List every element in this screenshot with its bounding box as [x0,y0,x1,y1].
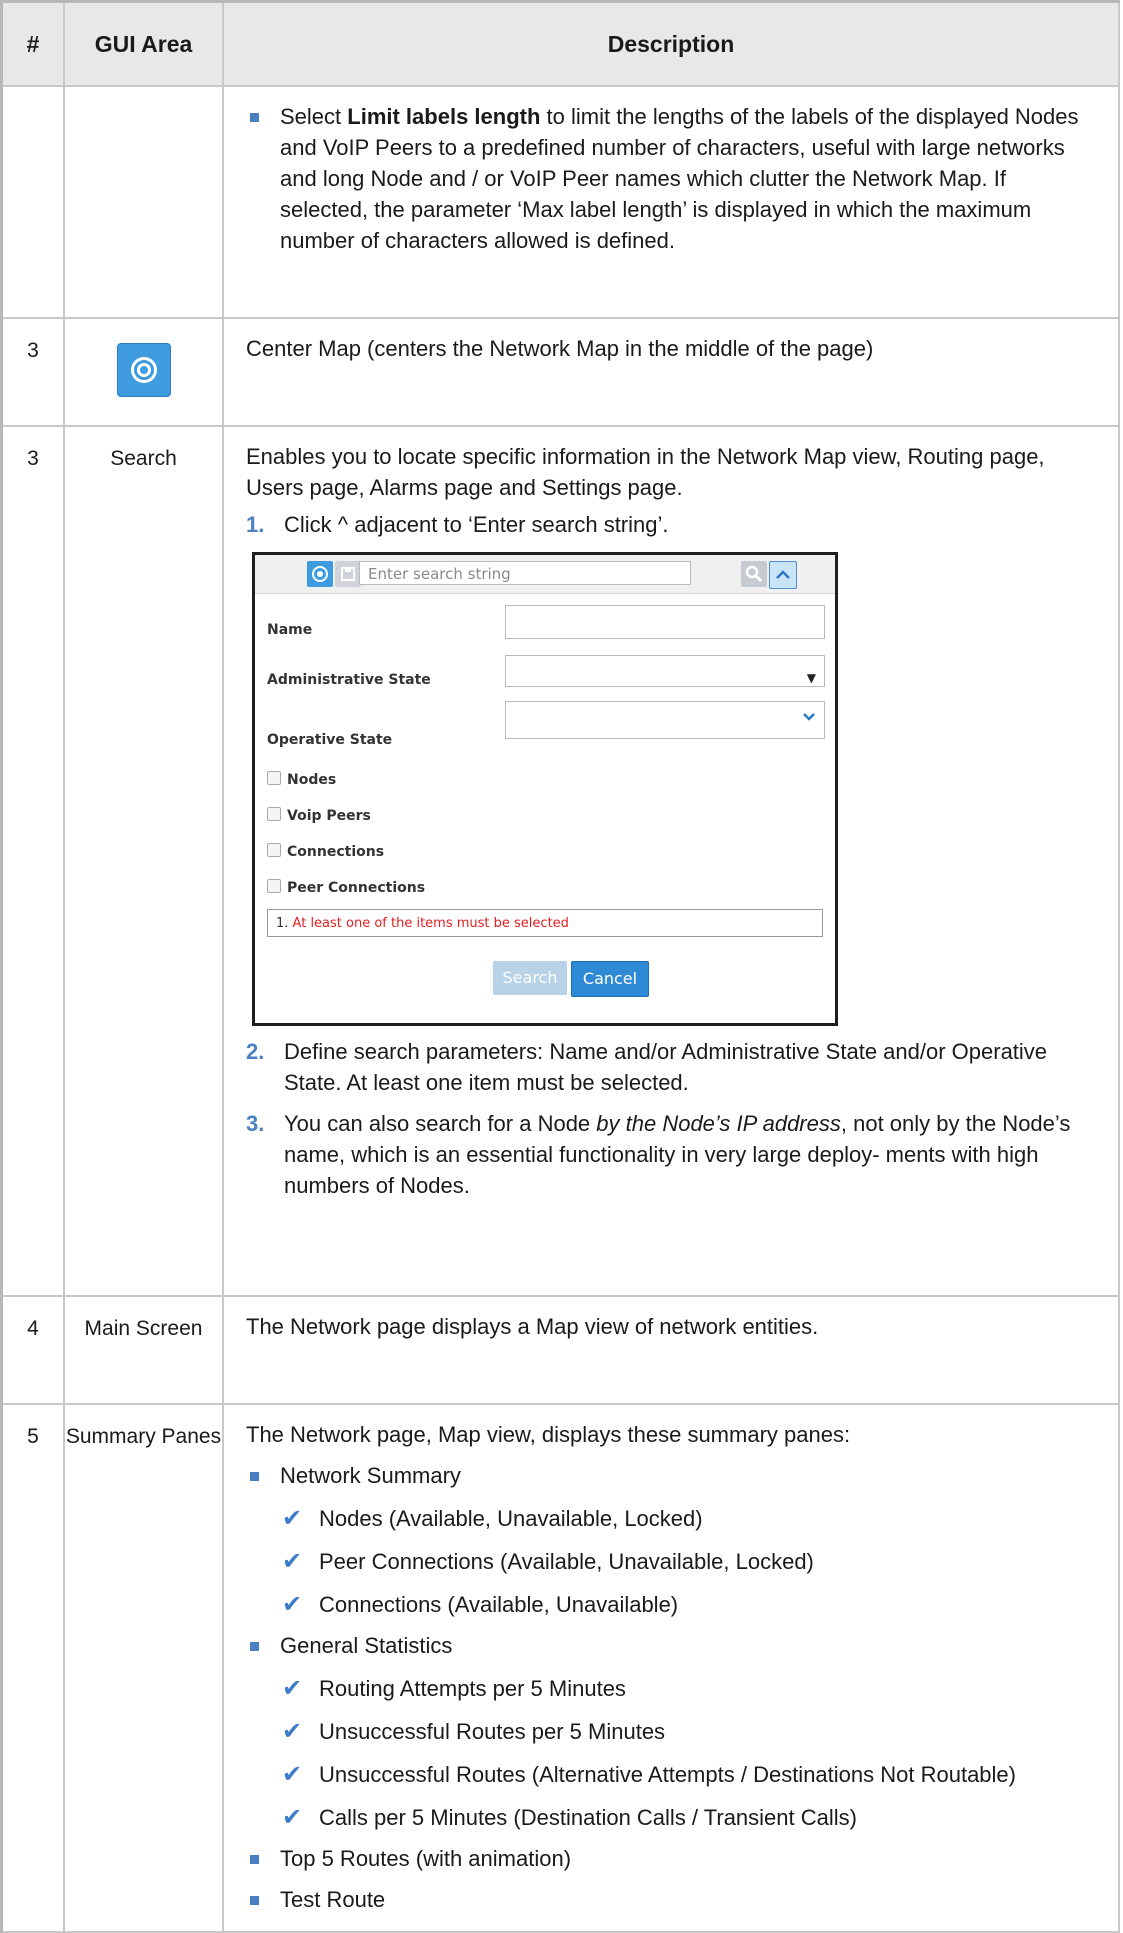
name-label: Name [267,622,313,638]
table-row: 3 Center Map (centers the Network Map in… [0,317,1120,427]
list-item: ✔ Unsuccessful Routes per 5 Minutes [282,1718,666,1745]
check-icon: ✔ [282,1548,303,1575]
table-row: Select Limit labels length to limit the … [0,85,1120,319]
list-item: ✔ Connections (Available, Unavailable) [282,1591,679,1618]
search-icon[interactable] [741,561,767,587]
chevron-up-icon[interactable] [769,561,797,589]
header-row: # GUI Area Description [0,0,1120,87]
validation-message: 1. At least one of the items must be sel… [267,909,823,937]
list-item: 3. You can also search for a Node by the … [246,1111,1071,1198]
voip-peers-checkbox[interactable]: Voip Peers [267,801,371,832]
check-icon: ✔ [282,1718,303,1745]
check-icon: ✔ [282,1591,303,1618]
connections-checkbox[interactable]: Connections [267,837,384,868]
header-area: GUI Area [63,0,224,87]
row-number: 3 [0,425,65,1297]
table-row: 3 Search Enables you to locate specific … [0,425,1120,1297]
row-area: Main Screen [63,1295,224,1405]
list-item: Network Summary [246,1460,1092,1491]
search-button[interactable]: Search [493,961,567,995]
gui-areas-table: # GUI Area Description Select Limit labe… [0,0,1120,1933]
list-item: ✔ Routing Attempts per 5 Minutes [282,1675,626,1702]
search-input[interactable]: Enter search string [359,561,691,585]
table-row: 4 Main Screen The Network page displays … [0,1295,1120,1405]
row-number: 5 [0,1403,65,1933]
row-area: Search [63,425,224,1297]
list-item: 2. Define search parameters: Name and/or … [246,1039,1048,1095]
row-number: 3 [0,317,65,427]
target-icon[interactable] [307,561,333,587]
check-icon: ✔ [282,1804,303,1831]
search-toolbar: Enter search string [255,555,835,594]
header-desc: Description [222,0,1120,87]
row-description: Center Map (centers the Network Map in t… [222,317,1120,427]
check-icon: ✔ [282,1505,303,1532]
list-item: ✔ Nodes (Available, Unavailable, Locked) [282,1505,703,1532]
table-row: 5 Summary Panes The Network page, Map vi… [0,1403,1120,1933]
header-num: # [0,0,65,87]
oper-state-label: Operative State [267,732,393,748]
row-description: The Network page displays a Map view of … [222,1295,1120,1405]
list-item: Select Limit labels length to limit the … [246,101,1092,256]
nodes-checkbox[interactable]: Nodes [267,765,336,796]
list-item: Top 5 Routes (with animation) [246,1843,1092,1874]
row-number: 4 [0,1295,65,1405]
list-item: ✔ Unsuccessful Routes (Alternative Attemp… [282,1761,1016,1788]
search-intro: Enables you to locate specific informati… [246,444,1045,500]
check-icon: ✔ [282,1761,303,1788]
list-item: Test Route [246,1884,1092,1915]
list-item: ✔ Peer Connections (Available, Unavailabl… [282,1548,814,1575]
summary-intro: The Network page, Map view, displays the… [246,1422,851,1447]
row-area: Summary Panes [63,1403,224,1933]
target-icon [116,343,171,397]
name-input[interactable] [505,605,825,639]
admin-state-label: Administrative State [267,672,431,688]
check-icon: ✔ [282,1675,303,1702]
peer-connections-checkbox[interactable]: Peer Connections [267,873,425,904]
admin-state-select[interactable]: ▼ [505,655,825,687]
search-dialog: Enter search string Name Administrative … [252,552,838,1026]
save-icon[interactable] [335,561,361,587]
oper-state-select[interactable] [505,701,825,739]
cancel-button[interactable]: Cancel [571,961,649,997]
list-item: ✔ Calls per 5 Minutes (Destination Calls … [282,1804,857,1831]
chevron-down-icon [803,713,815,721]
limit-labels-term: Limit labels length [347,104,541,129]
list-item: General Statistics [246,1630,1092,1661]
caret-down-icon: ▼ [806,671,816,685]
list-item: 1. Click ^ adjacent to ‘Enter search stri… [246,512,669,537]
